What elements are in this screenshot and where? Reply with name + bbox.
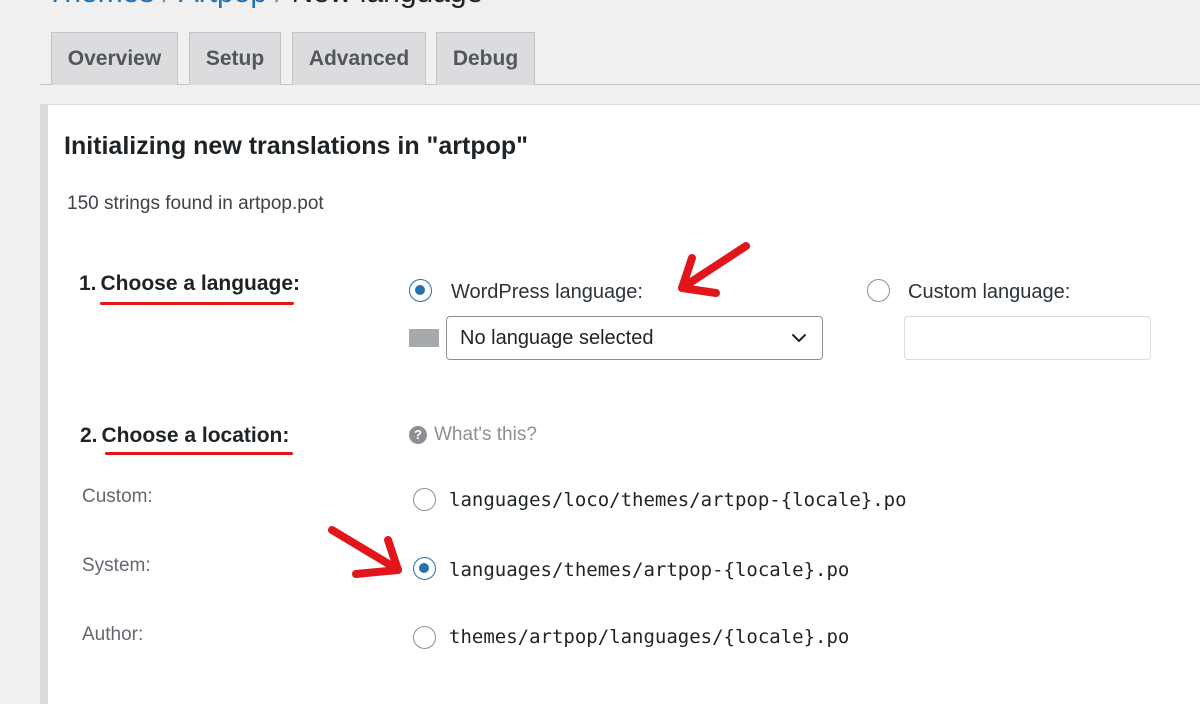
location-radio-author[interactable] (413, 626, 436, 649)
flag-placeholder-icon (409, 329, 439, 347)
location-label-author: Author: (82, 624, 144, 645)
wordpress-language-radio[interactable] (409, 279, 432, 302)
tab-advanced[interactable]: Advanced (292, 32, 426, 85)
breadcrumb: Themes / Artpop / New language (46, 0, 483, 8)
location-label-system: System: (82, 555, 151, 576)
location-path-system: languages/themes/artpop-{locale}.po (449, 559, 850, 581)
tab-debug[interactable]: Debug (436, 32, 535, 85)
wordpress-language-label: WordPress language: (451, 281, 643, 303)
language-select-value: No language selected (460, 326, 654, 349)
location-label-custom: Custom: (82, 486, 153, 507)
breadcrumb-separator: / (162, 0, 170, 9)
step-label: Choose a language: (100, 272, 301, 295)
breadcrumb-link-themes[interactable]: Themes (46, 0, 154, 9)
location-path-author: themes/artpop/languages/{locale}.po (449, 626, 850, 648)
custom-language-label: Custom language: (908, 281, 1071, 303)
whats-this-link[interactable]: ? What's this? (409, 424, 537, 446)
tab-setup[interactable]: Setup (189, 32, 281, 85)
strings-found-text: 150 strings found in artpop.pot (67, 193, 324, 214)
breadcrumb-link-artpop[interactable]: Artpop (179, 0, 267, 9)
location-radio-system[interactable] (413, 557, 436, 580)
breadcrumb-current: New language (291, 0, 483, 9)
breadcrumb-separator: / (275, 0, 283, 9)
custom-language-input[interactable] (904, 316, 1151, 360)
annotation-underline (105, 452, 293, 455)
step-number: 1. (79, 272, 97, 295)
tab-overview[interactable]: Overview (51, 32, 178, 85)
step-choose-location: 2. Choose a location: (80, 424, 289, 448)
step-choose-language: 1. Choose a language: (79, 272, 300, 296)
language-select[interactable]: No language selected (446, 316, 823, 360)
annotation-underline (100, 302, 294, 305)
annotation-arrow-icon (678, 242, 750, 297)
step-number: 2. (80, 424, 98, 447)
step-label: Choose a location: (101, 424, 290, 447)
custom-language-radio[interactable] (867, 279, 890, 302)
location-path-custom: languages/loco/themes/artpop-{locale}.po (449, 489, 907, 511)
whats-this-text: What's this? (434, 424, 537, 445)
question-icon: ? (409, 426, 427, 444)
annotation-arrow-icon (328, 526, 402, 578)
page-title: Initializing new translations in "artpop… (64, 132, 529, 160)
chevron-down-icon (792, 334, 806, 342)
location-radio-custom[interactable] (413, 488, 436, 511)
